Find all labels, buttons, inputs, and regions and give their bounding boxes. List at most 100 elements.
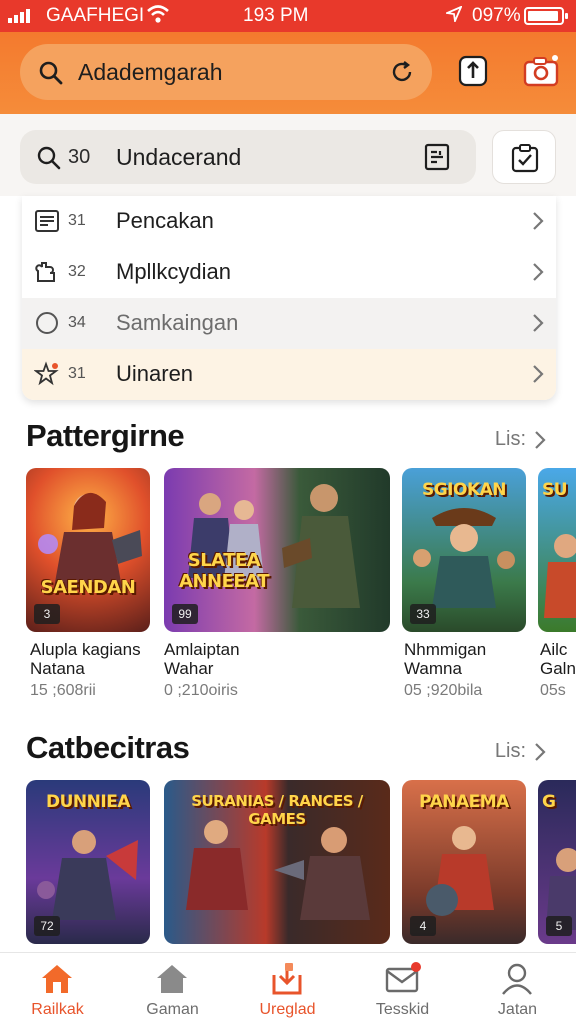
search-icon: [36, 145, 62, 176]
game-badge: 99: [172, 604, 198, 624]
suggestion-label: Pencakan: [116, 208, 214, 233]
suggestion-number: 31: [68, 212, 86, 229]
header-search-bar[interactable]: Adademgarah: [20, 44, 432, 100]
house-icon: [157, 965, 187, 993]
game-art-title: SURANIAS / RANCES / GAMES: [191, 792, 363, 828]
list-icon: [34, 208, 60, 234]
game-title: Alupla kagians Natana: [30, 640, 141, 678]
wifi-icon: [146, 3, 170, 31]
nav-item-gaman[interactable]: Gaman: [115, 953, 230, 1024]
search-text: Undacerand: [116, 144, 242, 170]
see-all-link[interactable]: Lis:: [495, 428, 546, 451]
carrier-name: GAAFHEGI: [46, 5, 145, 26]
share-button[interactable]: [454, 52, 492, 90]
suggestion-label: Mpllkcydian: [116, 259, 231, 284]
game-art-title: DUNNIEA: [46, 792, 130, 812]
game-title: Amlaiptan Wahar: [164, 640, 240, 678]
game-badge: 33: [410, 604, 436, 624]
game-badge: 72: [34, 916, 60, 936]
bottom-navigation: Railkak Gaman Ureglad Tesskid Jatan: [0, 952, 576, 1024]
checklist-icon: [511, 144, 539, 173]
game-art-title: SGIOKAN: [421, 480, 507, 500]
game-art-title: G: [542, 792, 556, 812]
location-icon: [443, 5, 463, 27]
game-card[interactable]: SGIOKAN 33: [402, 468, 526, 632]
suggestion-item[interactable]: 32 Mpllkcydian: [22, 247, 556, 298]
nav-label: Railkak: [31, 1001, 84, 1018]
search-input[interactable]: 30 Undacerand: [20, 130, 476, 184]
camera-icon: [523, 55, 559, 87]
suggestion-item[interactable]: 31 Pencakan: [22, 196, 556, 247]
share-icon: [458, 55, 488, 87]
puzzle-icon: [34, 259, 60, 285]
game-art-title: SU: [542, 480, 568, 500]
game-card[interactable]: SAENDAN 3: [26, 468, 150, 632]
status-bar: GAAFHEGI 193 PM 097%: [0, 0, 576, 32]
game-art-title: PANAEMA: [419, 792, 509, 812]
home-icon: [42, 965, 72, 993]
nav-item-railkak[interactable]: Railkak: [0, 953, 115, 1024]
circle-icon: [34, 310, 60, 336]
game-meta: 05 ;920bila: [404, 682, 483, 699]
battery-percent: 097%: [472, 5, 521, 26]
app-header: Adademgarah: [0, 32, 576, 114]
suggestion-item[interactable]: 31 Uinaren: [22, 349, 556, 400]
see-all-label: Lis:: [494, 428, 526, 450]
game-card[interactable]: SLATEA ANNEEAT 99: [164, 468, 390, 632]
nav-label: Ureglad: [259, 1001, 316, 1018]
game-badge: 5: [546, 916, 572, 936]
search-prefix: 30: [68, 146, 91, 168]
game-badge: 3: [34, 604, 60, 624]
game-meta: 05s: [540, 682, 566, 699]
see-all-label: Lis:: [494, 740, 526, 762]
nav-label: Jatan: [497, 1001, 538, 1018]
clock: 193 PM: [243, 5, 309, 26]
suggestion-label: Uinaren: [116, 361, 194, 386]
game-title: Ailc Galn: [540, 640, 576, 678]
game-art-title: SLATEA ANNEEAT: [179, 550, 269, 592]
checklist-button[interactable]: [492, 130, 556, 184]
nav-item-jatan[interactable]: Jatan: [460, 953, 575, 1024]
refresh-icon[interactable]: [390, 60, 414, 89]
chevron-right-icon: [535, 742, 546, 761]
section-title: Pattergirne: [26, 418, 185, 453]
game-card[interactable]: PANAEMA 4: [402, 780, 526, 944]
nav-item-ureglad[interactable]: Ureglad: [230, 953, 345, 1024]
chevron-right-icon: [532, 211, 544, 236]
see-all-link[interactable]: Lis:: [495, 740, 546, 763]
search-icon: [38, 60, 64, 91]
mail-icon: [385, 962, 421, 993]
game-badge: 4: [410, 916, 436, 936]
suggestion-number: 32: [68, 263, 86, 280]
suggestion-number: 34: [68, 314, 86, 331]
chevron-right-icon: [532, 262, 544, 287]
nav-label: Gaman: [146, 1001, 199, 1018]
nav-label: Tesskid: [375, 1001, 430, 1018]
star-icon: [33, 361, 60, 387]
nav-item-tesskid[interactable]: Tesskid: [345, 953, 460, 1024]
battery-icon: [524, 7, 568, 25]
chevron-right-icon: [532, 313, 544, 338]
suggestions-dropdown: 31 Pencakan 32 Mpllkcydian 34 Samkaingan…: [22, 196, 556, 400]
profile-icon: [502, 963, 532, 995]
game-title: Nhmmigan Wamna: [404, 640, 487, 678]
suggestion-label: Samkaingan: [116, 310, 239, 335]
chevron-right-icon: [532, 364, 544, 389]
camera-button[interactable]: [522, 52, 560, 90]
game-card[interactable]: DUNNIEA 72: [26, 780, 150, 944]
suggestion-number: 31: [68, 365, 86, 382]
chevron-right-icon: [535, 430, 546, 449]
game-meta: 0 ;210oiris: [164, 682, 238, 699]
header-search-text: Adademgarah: [78, 59, 223, 85]
section-title: Catbecitras: [26, 730, 190, 765]
search-row: 30 Undacerand: [0, 114, 576, 196]
suggestion-item[interactable]: 34 Samkaingan: [22, 298, 556, 349]
game-card[interactable]: SU: [538, 468, 576, 632]
download-icon: [272, 963, 302, 995]
game-card[interactable]: G 5: [538, 780, 576, 944]
scan-icon[interactable]: [424, 143, 450, 176]
signal-icon: [8, 7, 30, 23]
game-meta: 15 ;608rii: [30, 682, 96, 699]
game-card[interactable]: SURANIAS / RANCES / GAMES: [164, 780, 390, 944]
game-art-title: SAENDAN: [40, 577, 136, 598]
